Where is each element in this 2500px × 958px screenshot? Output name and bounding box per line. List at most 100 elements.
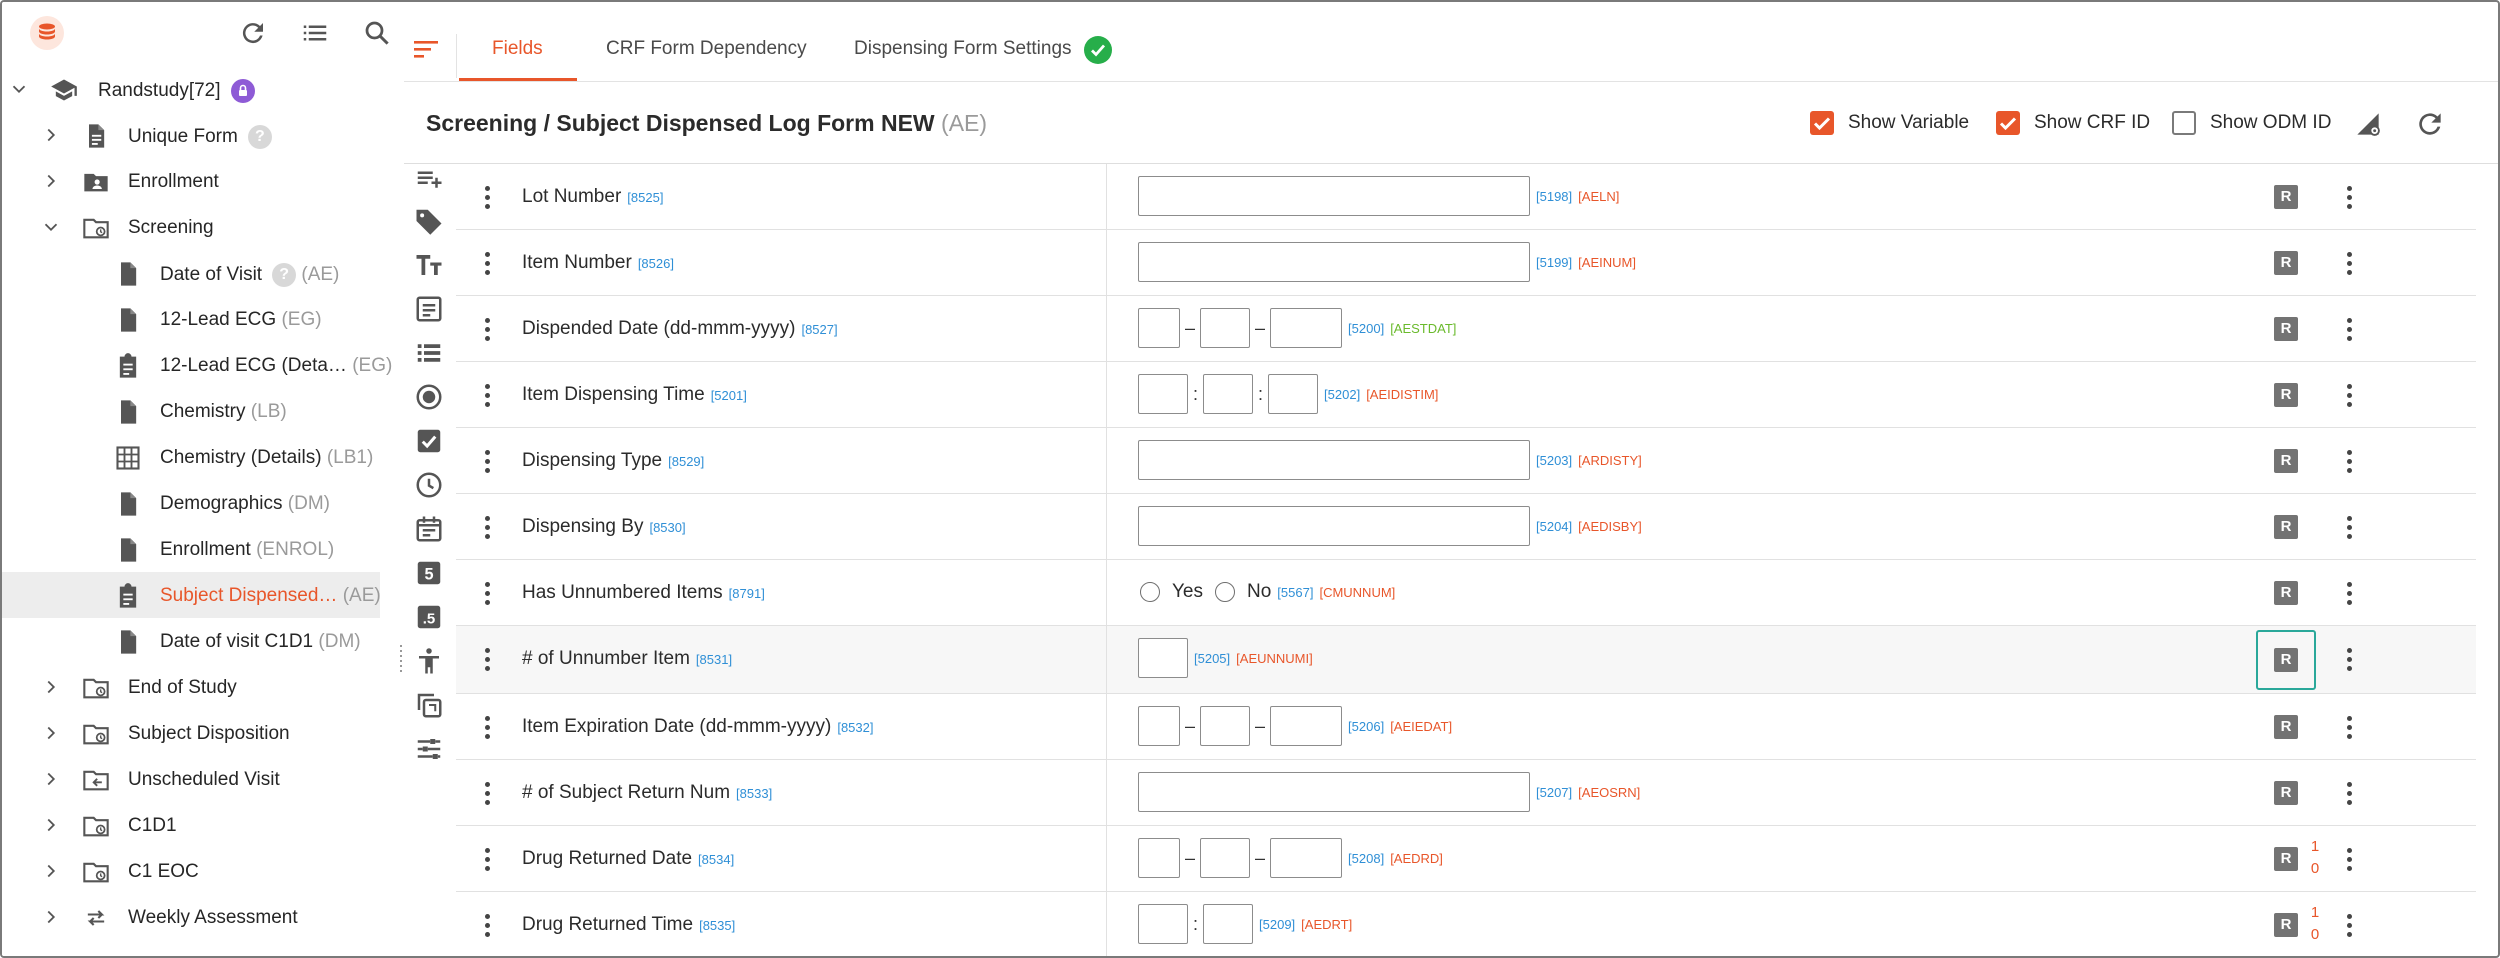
- add-field-icon[interactable]: [414, 164, 444, 194]
- show-crf-id-toggle[interactable]: Show CRF ID: [1996, 110, 2150, 136]
- tree-item-weekly-assessment[interactable]: Weekly Assessment: [2, 894, 380, 940]
- tree-study-root[interactable]: Randstudy[72]: [2, 66, 380, 112]
- required-toggle-button[interactable]: R: [2274, 581, 2298, 605]
- tree-item-c1d1[interactable]: C1D1: [2, 802, 380, 848]
- more-options-icon[interactable]: [2344, 448, 2354, 474]
- text-input[interactable]: [1138, 440, 1530, 480]
- year-input[interactable]: [1270, 838, 1343, 878]
- refresh-icon[interactable]: [238, 18, 268, 48]
- text-input[interactable]: [1138, 772, 1530, 812]
- tab-dispensing-form-settings[interactable]: Dispensing Form Settings: [854, 38, 1072, 60]
- required-toggle-button[interactable]: R: [2274, 251, 2298, 275]
- drag-handle-icon[interactable]: [482, 780, 492, 806]
- hour-input[interactable]: [1138, 904, 1188, 944]
- tree-item-chemistry-details[interactable]: Chemistry (Details) (LB1): [2, 434, 380, 480]
- drag-handle-icon[interactable]: [482, 646, 492, 672]
- required-toggle-button[interactable]: R: [2274, 317, 2298, 341]
- tree-item-end-of-study[interactable]: End of Study: [2, 664, 380, 710]
- more-options-icon[interactable]: [2344, 580, 2354, 606]
- radio-yes[interactable]: [1140, 582, 1160, 602]
- tab-crf-form-dependency[interactable]: CRF Form Dependency: [606, 38, 807, 60]
- chevron-right-icon[interactable]: [40, 124, 62, 146]
- tree-item-date-of-visit[interactable]: Date of Visit? (AE): [2, 250, 380, 296]
- more-options-icon[interactable]: [2344, 780, 2354, 806]
- text-input[interactable]: [1138, 176, 1530, 216]
- more-options-icon[interactable]: [2344, 316, 2354, 342]
- show-odm-id-checkbox[interactable]: [2172, 111, 2196, 135]
- clock-icon[interactable]: [414, 470, 444, 500]
- style-settings-icon[interactable]: [2352, 108, 2384, 140]
- help-icon[interactable]: ?: [247, 125, 272, 149]
- field-row[interactable]: Dispensing By [8530] [5204] [AEDISBY] R: [456, 494, 2476, 560]
- help-icon[interactable]: ?: [272, 263, 297, 287]
- number-input[interactable]: [1138, 638, 1188, 678]
- drag-handle-icon[interactable]: [482, 250, 492, 276]
- number-icon[interactable]: 5: [414, 558, 444, 588]
- tag-icon[interactable]: [414, 206, 444, 236]
- tree-item-unscheduled-visit[interactable]: Unscheduled Visit: [2, 756, 380, 802]
- text-size-icon[interactable]: [414, 250, 444, 280]
- drag-handle-icon[interactable]: [482, 714, 492, 740]
- required-toggle-button[interactable]: R: [2274, 913, 2298, 937]
- required-toggle-button[interactable]: R: [2274, 648, 2298, 672]
- required-toggle-button[interactable]: R: [2274, 449, 2298, 473]
- text-input[interactable]: [1138, 242, 1530, 282]
- drag-handle-icon[interactable]: [482, 912, 492, 938]
- tree-item-screening[interactable]: Screening: [2, 204, 380, 250]
- field-row[interactable]: Drug Returned Date [8534] – – [5208] [AED…: [456, 826, 2476, 892]
- field-row-selected[interactable]: # of Unnumber Item [8531] [5205] [AEUNNUM…: [456, 626, 2476, 694]
- minute-input[interactable]: [1203, 904, 1254, 944]
- list-icon[interactable]: [300, 18, 330, 48]
- more-options-icon[interactable]: [2344, 382, 2354, 408]
- month-input[interactable]: [1200, 838, 1251, 878]
- more-options-icon[interactable]: [2344, 714, 2354, 740]
- radio-icon[interactable]: [414, 382, 444, 412]
- tree-item-date-of-visit-c1d1[interactable]: Date of visit C1D1 (DM): [2, 618, 380, 664]
- field-row[interactable]: Item Dispensing Time [5201] : : [5202] [A…: [456, 362, 2476, 428]
- chevron-down-icon[interactable]: [40, 216, 62, 238]
- required-toggle-button[interactable]: R: [2274, 383, 2298, 407]
- tree-item-unique-form[interactable]: Unique Form?: [2, 112, 380, 158]
- required-toggle-button[interactable]: R: [2274, 515, 2298, 539]
- chevron-right-icon[interactable]: [40, 768, 62, 790]
- drag-handle-icon[interactable]: [482, 580, 492, 606]
- text-input[interactable]: [1138, 506, 1530, 546]
- tree-item-demographics[interactable]: Demographics (DM): [2, 480, 380, 526]
- field-row[interactable]: Has Unnumbered Items [8791] Yes No [5567]…: [456, 560, 2476, 626]
- chevron-right-icon[interactable]: [40, 170, 62, 192]
- copy-icon[interactable]: [414, 690, 444, 720]
- year-input[interactable]: [1270, 706, 1343, 746]
- drag-handle-icon[interactable]: [482, 846, 492, 872]
- tree-item-subject-dispensed[interactable]: Subject Dispensed… (AE): [2, 572, 381, 618]
- chevron-right-icon[interactable]: [40, 814, 62, 836]
- minute-input[interactable]: [1203, 374, 1254, 414]
- tree-item-enrollment[interactable]: Enrollment: [2, 158, 380, 204]
- field-row[interactable]: Dispended Date (dd-mmm-yyyy) [8527] – – […: [456, 296, 2476, 362]
- tree-item-c1-eoc[interactable]: C1 EOC: [2, 848, 380, 894]
- field-row[interactable]: Lot Number [8525] [5198] [AELN] R: [456, 164, 2476, 230]
- more-options-icon[interactable]: [2344, 846, 2354, 872]
- more-options-icon[interactable]: [2344, 646, 2354, 672]
- show-odm-id-toggle[interactable]: Show ODM ID: [2172, 110, 2331, 136]
- chevron-right-icon[interactable]: [40, 906, 62, 928]
- radio-no[interactable]: [1215, 582, 1235, 602]
- drag-handle-icon[interactable]: [482, 382, 492, 408]
- show-variable-toggle[interactable]: Show Variable: [1810, 110, 1969, 136]
- required-toggle-button[interactable]: R: [2274, 185, 2298, 209]
- text-area-icon[interactable]: [414, 294, 444, 324]
- tree-item-12-lead-ecg[interactable]: 12-Lead ECG (EG): [2, 296, 380, 342]
- chevron-right-icon[interactable]: [40, 722, 62, 744]
- accessibility-icon[interactable]: [414, 646, 444, 676]
- decimal-icon[interactable]: .5: [414, 602, 444, 632]
- required-toggle-button[interactable]: R: [2274, 781, 2298, 805]
- more-options-icon[interactable]: [2344, 184, 2354, 210]
- month-input[interactable]: [1200, 706, 1251, 746]
- tree-item-12-lead-ecg-details[interactable]: 12-Lead ECG (Deta… (EG): [2, 342, 392, 388]
- more-options-icon[interactable]: [2344, 250, 2354, 276]
- field-row[interactable]: Dispensing Type [8529] [5203] [ARDISTY] R: [456, 428, 2476, 494]
- field-row[interactable]: # of Subject Return Num [8533] [5207] [AE…: [456, 760, 2476, 826]
- field-row[interactable]: Drug Returned Time [8535] : [5209] [AEDRT…: [456, 892, 2476, 956]
- sliders-icon[interactable]: [414, 734, 444, 764]
- day-input[interactable]: [1138, 706, 1180, 746]
- year-input[interactable]: [1270, 308, 1343, 348]
